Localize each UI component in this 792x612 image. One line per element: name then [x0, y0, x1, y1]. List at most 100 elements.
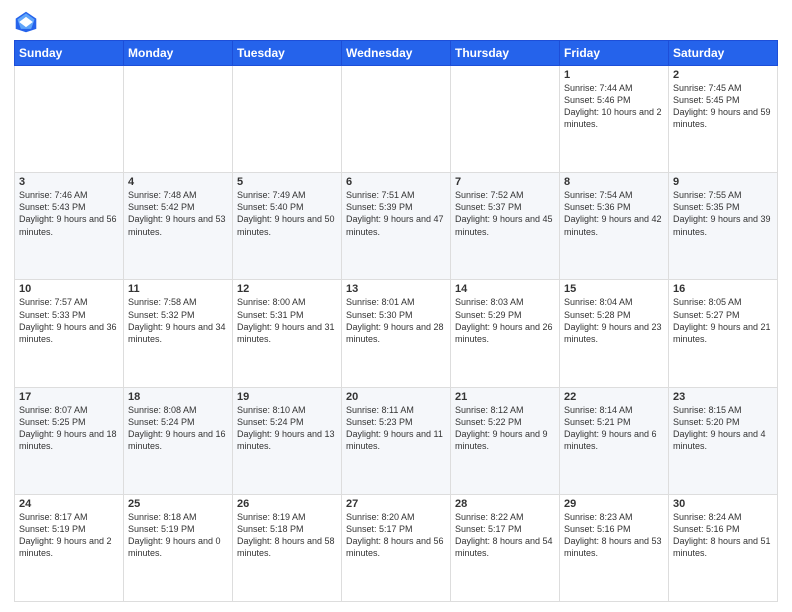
day-cell: 11Sunrise: 7:58 AM Sunset: 5:32 PM Dayli… — [124, 280, 233, 387]
day-number: 15 — [564, 283, 664, 295]
week-row-3: 17Sunrise: 8:07 AM Sunset: 5:25 PM Dayli… — [15, 387, 778, 494]
day-cell: 26Sunrise: 8:19 AM Sunset: 5:18 PM Dayli… — [233, 494, 342, 601]
day-cell: 4Sunrise: 7:48 AM Sunset: 5:42 PM Daylig… — [124, 173, 233, 280]
day-cell: 21Sunrise: 8:12 AM Sunset: 5:22 PM Dayli… — [451, 387, 560, 494]
day-cell: 5Sunrise: 7:49 AM Sunset: 5:40 PM Daylig… — [233, 173, 342, 280]
day-info: Sunrise: 7:52 AM Sunset: 5:37 PM Dayligh… — [455, 189, 555, 238]
header-cell-friday: Friday — [560, 41, 669, 66]
day-number: 25 — [128, 498, 228, 510]
day-number: 12 — [237, 283, 337, 295]
day-cell: 30Sunrise: 8:24 AM Sunset: 5:16 PM Dayli… — [669, 494, 778, 601]
day-cell: 17Sunrise: 8:07 AM Sunset: 5:25 PM Dayli… — [15, 387, 124, 494]
day-number: 21 — [455, 391, 555, 403]
day-cell: 20Sunrise: 8:11 AM Sunset: 5:23 PM Dayli… — [342, 387, 451, 494]
day-number: 29 — [564, 498, 664, 510]
day-info: Sunrise: 7:46 AM Sunset: 5:43 PM Dayligh… — [19, 189, 119, 238]
day-number: 7 — [455, 176, 555, 188]
day-info: Sunrise: 8:17 AM Sunset: 5:19 PM Dayligh… — [19, 511, 119, 560]
day-cell: 7Sunrise: 7:52 AM Sunset: 5:37 PM Daylig… — [451, 173, 560, 280]
day-info: Sunrise: 8:04 AM Sunset: 5:28 PM Dayligh… — [564, 296, 664, 345]
day-cell: 13Sunrise: 8:01 AM Sunset: 5:30 PM Dayli… — [342, 280, 451, 387]
day-number: 2 — [673, 69, 773, 81]
day-info: Sunrise: 7:58 AM Sunset: 5:32 PM Dayligh… — [128, 296, 228, 345]
day-info: Sunrise: 7:48 AM Sunset: 5:42 PM Dayligh… — [128, 189, 228, 238]
day-cell: 19Sunrise: 8:10 AM Sunset: 5:24 PM Dayli… — [233, 387, 342, 494]
day-info: Sunrise: 8:01 AM Sunset: 5:30 PM Dayligh… — [346, 296, 446, 345]
day-number: 6 — [346, 176, 446, 188]
header-cell-monday: Monday — [124, 41, 233, 66]
day-cell: 15Sunrise: 8:04 AM Sunset: 5:28 PM Dayli… — [560, 280, 669, 387]
calendar-header: SundayMondayTuesdayWednesdayThursdayFrid… — [15, 41, 778, 66]
header-cell-saturday: Saturday — [669, 41, 778, 66]
day-number: 5 — [237, 176, 337, 188]
day-info: Sunrise: 7:49 AM Sunset: 5:40 PM Dayligh… — [237, 189, 337, 238]
week-row-2: 10Sunrise: 7:57 AM Sunset: 5:33 PM Dayli… — [15, 280, 778, 387]
day-cell: 3Sunrise: 7:46 AM Sunset: 5:43 PM Daylig… — [15, 173, 124, 280]
day-cell: 16Sunrise: 8:05 AM Sunset: 5:27 PM Dayli… — [669, 280, 778, 387]
day-cell — [15, 66, 124, 173]
day-cell: 28Sunrise: 8:22 AM Sunset: 5:17 PM Dayli… — [451, 494, 560, 601]
day-number: 1 — [564, 69, 664, 81]
day-number: 17 — [19, 391, 119, 403]
header-row: SundayMondayTuesdayWednesdayThursdayFrid… — [15, 41, 778, 66]
day-cell: 12Sunrise: 8:00 AM Sunset: 5:31 PM Dayli… — [233, 280, 342, 387]
day-cell: 9Sunrise: 7:55 AM Sunset: 5:35 PM Daylig… — [669, 173, 778, 280]
day-cell: 10Sunrise: 7:57 AM Sunset: 5:33 PM Dayli… — [15, 280, 124, 387]
day-number: 30 — [673, 498, 773, 510]
day-info: Sunrise: 7:44 AM Sunset: 5:46 PM Dayligh… — [564, 82, 664, 131]
day-cell: 27Sunrise: 8:20 AM Sunset: 5:17 PM Dayli… — [342, 494, 451, 601]
day-number: 26 — [237, 498, 337, 510]
day-info: Sunrise: 8:19 AM Sunset: 5:18 PM Dayligh… — [237, 511, 337, 560]
logo — [14, 10, 42, 34]
calendar-body: 1Sunrise: 7:44 AM Sunset: 5:46 PM Daylig… — [15, 66, 778, 602]
day-number: 3 — [19, 176, 119, 188]
day-number: 28 — [455, 498, 555, 510]
header-cell-wednesday: Wednesday — [342, 41, 451, 66]
day-number: 19 — [237, 391, 337, 403]
calendar-table: SundayMondayTuesdayWednesdayThursdayFrid… — [14, 40, 778, 602]
day-number: 4 — [128, 176, 228, 188]
day-number: 23 — [673, 391, 773, 403]
day-info: Sunrise: 8:18 AM Sunset: 5:19 PM Dayligh… — [128, 511, 228, 560]
day-number: 8 — [564, 176, 664, 188]
week-row-0: 1Sunrise: 7:44 AM Sunset: 5:46 PM Daylig… — [15, 66, 778, 173]
day-info: Sunrise: 8:00 AM Sunset: 5:31 PM Dayligh… — [237, 296, 337, 345]
day-cell: 25Sunrise: 8:18 AM Sunset: 5:19 PM Dayli… — [124, 494, 233, 601]
day-number: 13 — [346, 283, 446, 295]
week-row-1: 3Sunrise: 7:46 AM Sunset: 5:43 PM Daylig… — [15, 173, 778, 280]
day-info: Sunrise: 8:05 AM Sunset: 5:27 PM Dayligh… — [673, 296, 773, 345]
day-cell — [124, 66, 233, 173]
day-number: 14 — [455, 283, 555, 295]
day-cell — [233, 66, 342, 173]
day-info: Sunrise: 8:14 AM Sunset: 5:21 PM Dayligh… — [564, 404, 664, 453]
day-cell: 8Sunrise: 7:54 AM Sunset: 5:36 PM Daylig… — [560, 173, 669, 280]
day-cell: 24Sunrise: 8:17 AM Sunset: 5:19 PM Dayli… — [15, 494, 124, 601]
day-info: Sunrise: 8:11 AM Sunset: 5:23 PM Dayligh… — [346, 404, 446, 453]
day-cell: 14Sunrise: 8:03 AM Sunset: 5:29 PM Dayli… — [451, 280, 560, 387]
day-info: Sunrise: 8:07 AM Sunset: 5:25 PM Dayligh… — [19, 404, 119, 453]
day-number: 27 — [346, 498, 446, 510]
day-info: Sunrise: 8:03 AM Sunset: 5:29 PM Dayligh… — [455, 296, 555, 345]
day-cell — [342, 66, 451, 173]
day-number: 10 — [19, 283, 119, 295]
header-cell-thursday: Thursday — [451, 41, 560, 66]
day-info: Sunrise: 8:23 AM Sunset: 5:16 PM Dayligh… — [564, 511, 664, 560]
day-cell: 22Sunrise: 8:14 AM Sunset: 5:21 PM Dayli… — [560, 387, 669, 494]
week-row-4: 24Sunrise: 8:17 AM Sunset: 5:19 PM Dayli… — [15, 494, 778, 601]
day-number: 20 — [346, 391, 446, 403]
page: SundayMondayTuesdayWednesdayThursdayFrid… — [0, 0, 792, 612]
day-number: 9 — [673, 176, 773, 188]
header — [14, 10, 778, 34]
day-info: Sunrise: 8:12 AM Sunset: 5:22 PM Dayligh… — [455, 404, 555, 453]
day-cell: 2Sunrise: 7:45 AM Sunset: 5:45 PM Daylig… — [669, 66, 778, 173]
day-info: Sunrise: 8:08 AM Sunset: 5:24 PM Dayligh… — [128, 404, 228, 453]
day-info: Sunrise: 7:57 AM Sunset: 5:33 PM Dayligh… — [19, 296, 119, 345]
header-cell-sunday: Sunday — [15, 41, 124, 66]
day-info: Sunrise: 8:10 AM Sunset: 5:24 PM Dayligh… — [237, 404, 337, 453]
day-info: Sunrise: 7:45 AM Sunset: 5:45 PM Dayligh… — [673, 82, 773, 131]
day-number: 22 — [564, 391, 664, 403]
day-number: 24 — [19, 498, 119, 510]
day-cell: 29Sunrise: 8:23 AM Sunset: 5:16 PM Dayli… — [560, 494, 669, 601]
day-number: 16 — [673, 283, 773, 295]
day-number: 11 — [128, 283, 228, 295]
